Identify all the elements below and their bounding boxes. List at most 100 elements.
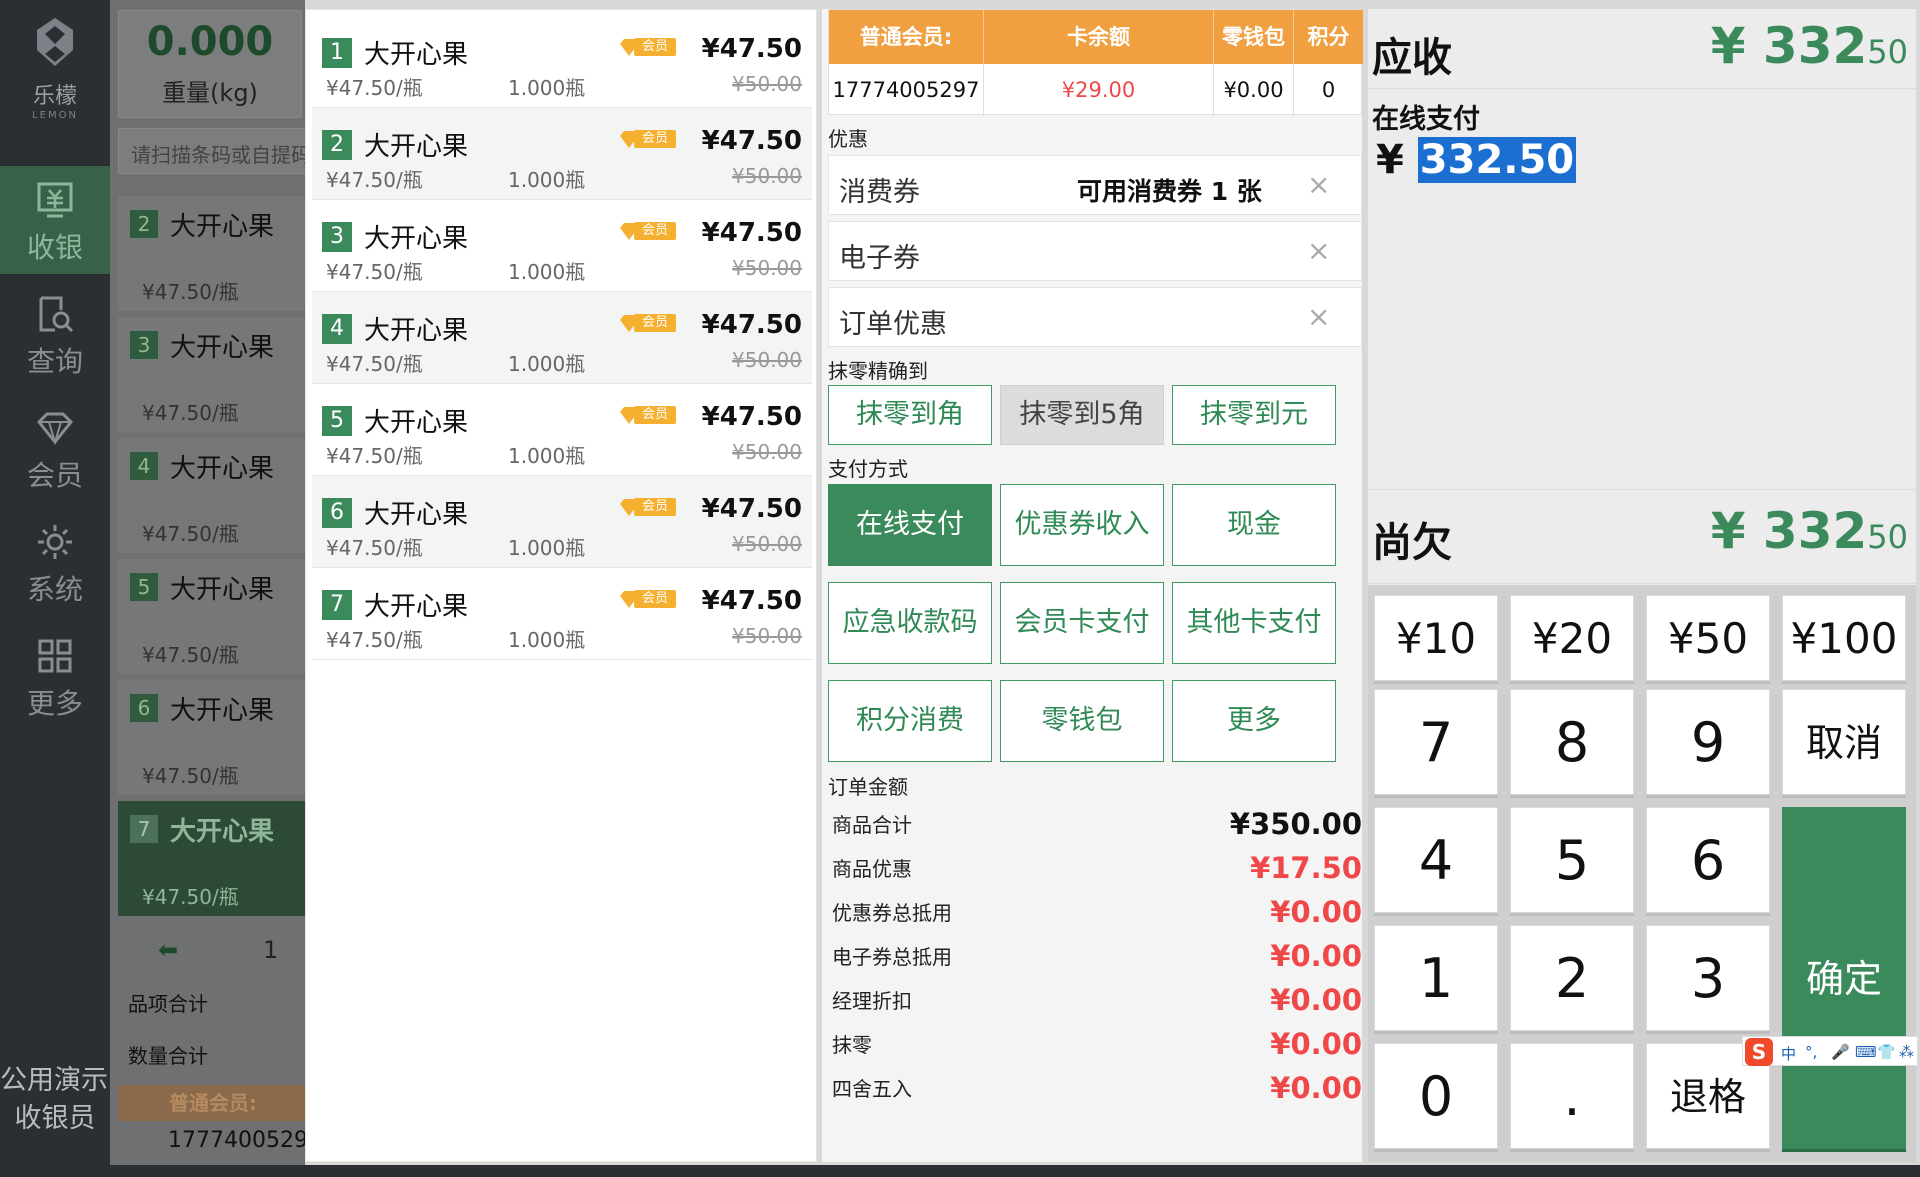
cart-row[interactable]: 3 大开心果 会员 ¥47.50/瓶 1.000瓶 ¥47.50 ¥50.00 bbox=[312, 200, 812, 292]
member-badge: 会员 bbox=[618, 496, 676, 518]
digit-9-key[interactable]: 9 bbox=[1646, 689, 1770, 795]
original-price: ¥50.00 bbox=[732, 532, 802, 556]
points-header: 积分 bbox=[1294, 10, 1363, 64]
background-register: 0.000 重量(kg) 请扫描条码或自提码 2 大开心果 ¥47.50/瓶 3 大开… bbox=[110, 0, 322, 1177]
member-badge: 会员 bbox=[618, 128, 676, 150]
card-balance: ¥29.00 bbox=[984, 64, 1214, 116]
wallet-header: 零钱包 bbox=[1214, 10, 1294, 64]
close-icon[interactable]: × bbox=[1307, 234, 1330, 267]
order-row-goods-total: 商品合计 ¥350.00 bbox=[832, 807, 1362, 849]
nav-item-cashier[interactable]: 收银 bbox=[0, 166, 110, 274]
nav-item-query[interactable]: 查询 bbox=[0, 280, 110, 388]
ecoupon-row[interactable]: 电子券 × bbox=[828, 221, 1362, 281]
currency-symbol: ¥ bbox=[1376, 137, 1404, 183]
product-name: 大开心果 bbox=[364, 40, 469, 70]
pay-more-button[interactable]: 更多 bbox=[1172, 680, 1336, 762]
coupon-label: 消费券 bbox=[839, 177, 920, 208]
digit-3-key[interactable]: 3 bbox=[1646, 925, 1770, 1031]
toolbox-icon[interactable]: ⁂ bbox=[1899, 1043, 1914, 1061]
line-price: ¥47.50 bbox=[701, 402, 802, 432]
member-badge: 会员 bbox=[618, 588, 676, 610]
quick-20-key[interactable]: ¥20 bbox=[1510, 595, 1634, 681]
skin-icon[interactable]: 👕 bbox=[1877, 1043, 1896, 1061]
digit-5-key[interactable]: 5 bbox=[1510, 807, 1634, 913]
quick-10-key[interactable]: ¥10 bbox=[1374, 595, 1498, 681]
product-name: 大开心果 bbox=[364, 132, 469, 162]
order-row-label: 抹零 bbox=[832, 1033, 872, 1057]
brand-logo: 乐檬 LEMON bbox=[24, 16, 86, 126]
pay-cash-button[interactable]: 现金 bbox=[1172, 484, 1336, 566]
chinese-mode-icon[interactable]: 中 bbox=[1781, 1043, 1796, 1064]
order-row-value: ¥0.00 bbox=[1270, 1027, 1362, 1061]
pay-points-button[interactable]: 积分消费 bbox=[828, 680, 992, 762]
pay-other-card-button[interactable]: 其他卡支付 bbox=[1172, 582, 1336, 664]
cart-row[interactable]: 4 大开心果 会员 ¥47.50/瓶 1.000瓶 ¥47.50 ¥50.00 bbox=[312, 292, 812, 384]
cart-row[interactable]: 1 大开心果 会员 ¥47.50/瓶 1.000瓶 ¥47.50 ¥50.00 bbox=[312, 16, 812, 108]
punctuation-icon[interactable]: °, bbox=[1805, 1043, 1817, 1061]
ime-toolbar: S 中 °, 🎤 ⌨ 👕 ⁂ bbox=[1742, 1036, 1918, 1066]
grid-icon bbox=[38, 639, 72, 673]
round-to-5jiao-button[interactable]: 抹零到5角 bbox=[1000, 385, 1164, 445]
quick-100-key[interactable]: ¥100 bbox=[1782, 595, 1906, 681]
wallet-balance: ¥0.00 bbox=[1214, 64, 1294, 116]
cart-row[interactable]: 2 大开心果 会员 ¥47.50/瓶 1.000瓶 ¥47.50 ¥50.00 bbox=[312, 108, 812, 200]
digit-4-key[interactable]: 4 bbox=[1374, 807, 1498, 913]
pay-coupon-income-button[interactable]: 优惠券收入 bbox=[1000, 484, 1164, 566]
line-price: ¥47.50 bbox=[701, 494, 802, 524]
list-item: 5 大开心果 ¥47.50/瓶 bbox=[118, 559, 308, 674]
pay-member-card-button[interactable]: 会员卡支付 bbox=[1000, 582, 1164, 664]
item-number: 2 bbox=[130, 210, 158, 238]
confirm-key[interactable]: 确定 bbox=[1782, 807, 1906, 1149]
item-name: 大开心果 bbox=[170, 454, 275, 484]
nav-label: 会员 bbox=[26, 459, 83, 492]
member-phone: 17774005297 bbox=[829, 64, 984, 116]
pay-emergency-qr-button[interactable]: 应急收款码 bbox=[828, 582, 992, 664]
line-price: ¥47.50 bbox=[701, 310, 802, 340]
coupon-row[interactable]: 消费券 可用消费券 1 张 × bbox=[828, 155, 1362, 215]
item-number: 4 bbox=[130, 452, 158, 480]
digit-0-key[interactable]: 0 bbox=[1374, 1043, 1498, 1149]
keyboard-icon[interactable]: ⌨ bbox=[1855, 1043, 1877, 1061]
product-name: 大开心果 bbox=[364, 408, 469, 438]
item-price: ¥47.50/瓶 bbox=[142, 885, 239, 909]
order-row-coupon-total: 优惠券总抵用 ¥0.00 bbox=[832, 895, 1362, 937]
diamond-icon bbox=[36, 412, 74, 446]
qty-total-label: 数量合计 bbox=[128, 1044, 208, 1068]
cancel-key[interactable]: 取消 bbox=[1782, 689, 1906, 795]
product-name: 大开心果 bbox=[364, 224, 469, 254]
close-icon[interactable]: × bbox=[1307, 168, 1330, 201]
discount-section-label: 优惠 bbox=[828, 127, 868, 151]
decimal-key[interactable]: . bbox=[1510, 1043, 1634, 1149]
digit-7-key[interactable]: 7 bbox=[1374, 689, 1498, 795]
digit-2-key[interactable]: 2 bbox=[1510, 925, 1634, 1031]
pay-wallet-button[interactable]: 零钱包 bbox=[1000, 680, 1164, 762]
payment-amount-input[interactable]: ¥ 332.50 bbox=[1376, 137, 1577, 191]
quick-50-key[interactable]: ¥50 bbox=[1646, 595, 1770, 681]
quantity: 1.000瓶 bbox=[508, 444, 586, 468]
sogou-ime-icon[interactable]: S bbox=[1745, 1038, 1773, 1066]
close-icon[interactable]: × bbox=[1307, 300, 1330, 333]
cart-row[interactable]: 5 大开心果 会员 ¥47.50/瓶 1.000瓶 ¥47.50 ¥50.00 bbox=[312, 384, 812, 476]
item-price: ¥47.50/瓶 bbox=[142, 643, 239, 667]
pay-online-button[interactable]: 在线支付 bbox=[828, 484, 992, 566]
round-to-yuan-button[interactable]: 抹零到元 bbox=[1172, 385, 1336, 445]
nav-item-more[interactable]: 更多 bbox=[0, 622, 110, 730]
original-price: ¥50.00 bbox=[732, 440, 802, 464]
order-row-label: 商品合计 bbox=[832, 813, 912, 837]
microphone-icon[interactable]: 🎤 bbox=[1831, 1043, 1850, 1061]
order-discount-row[interactable]: 订单优惠 × bbox=[828, 287, 1362, 347]
cart-row[interactable]: 6 大开心果 会员 ¥47.50/瓶 1.000瓶 ¥47.50 ¥50.00 bbox=[312, 476, 812, 568]
nav-item-member[interactable]: 会员 bbox=[0, 394, 110, 502]
digit-8-key[interactable]: 8 bbox=[1510, 689, 1634, 795]
arrow-left-icon: ⬅ bbox=[158, 936, 179, 964]
nav-item-system[interactable]: 系统 bbox=[0, 508, 110, 616]
payment-amount-value[interactable]: 332.50 bbox=[1417, 137, 1577, 183]
digit-6-key[interactable]: 6 bbox=[1646, 807, 1770, 913]
member-badge: 会员 bbox=[618, 36, 676, 58]
cart-row[interactable]: 7 大开心果 会员 ¥47.50/瓶 1.000瓶 ¥47.50 ¥50.00 bbox=[312, 568, 812, 660]
list-item: 4 大开心果 ¥47.50/瓶 bbox=[118, 438, 308, 553]
round-to-jiao-button[interactable]: 抹零到角 bbox=[828, 385, 992, 445]
digit-1-key[interactable]: 1 bbox=[1374, 925, 1498, 1031]
amount-due-label: 应收 bbox=[1372, 35, 1452, 81]
item-name: 大开心果 bbox=[170, 817, 275, 847]
